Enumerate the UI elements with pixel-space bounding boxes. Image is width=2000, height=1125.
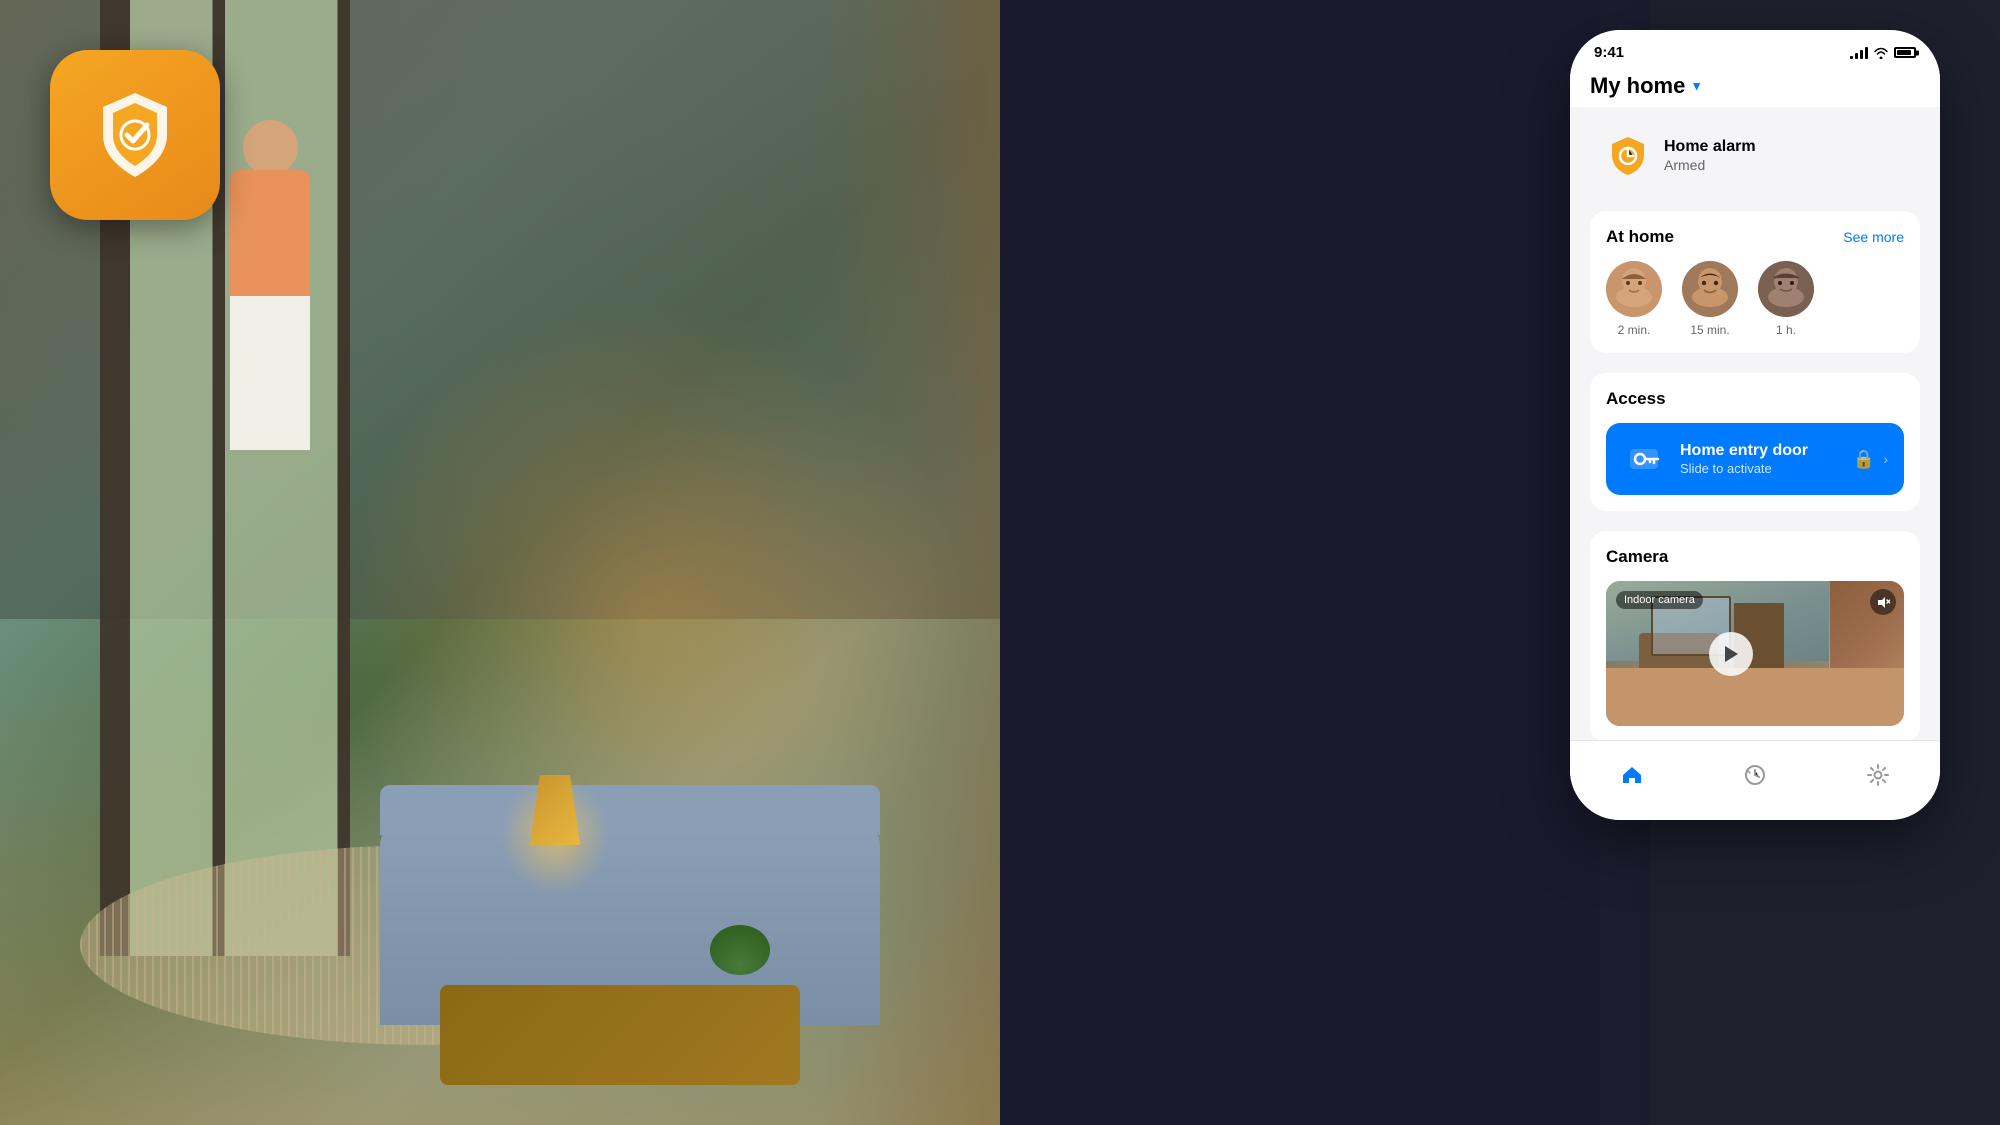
- home-nav-icon: [1620, 763, 1644, 787]
- app-icon: [50, 50, 220, 220]
- avatar-time-3: 1 h.: [1776, 323, 1796, 337]
- lamp: [530, 775, 580, 845]
- access-header: Access: [1606, 389, 1904, 409]
- avatar-time-2: 15 min.: [1690, 323, 1729, 337]
- shield-logo-icon: [85, 85, 185, 185]
- plant: [710, 925, 770, 975]
- camera-preview[interactable]: Indoor camera: [1606, 581, 1904, 726]
- lock-icon: 🔒: [1853, 449, 1875, 470]
- alarm-icon-wrap: [1606, 133, 1650, 177]
- coffee-table: [440, 985, 800, 1085]
- avatar-item-2[interactable]: 15 min.: [1682, 261, 1738, 337]
- phone-header: My home ▾: [1570, 61, 1940, 107]
- camera-play-button[interactable]: [1709, 632, 1753, 676]
- avatar-item-1[interactable]: 2 min.: [1606, 261, 1662, 337]
- at-home-header: At home See more: [1606, 227, 1904, 247]
- phone-mockup: 9:41 My home: [1570, 30, 1940, 820]
- sofa-back: [380, 785, 880, 835]
- signal-icon: [1850, 47, 1868, 59]
- bottom-nav: [1570, 740, 1940, 820]
- alarm-card[interactable]: Home alarm Armed: [1590, 119, 1920, 191]
- door-subtitle: Slide to activate: [1680, 461, 1808, 476]
- status-icons: [1850, 47, 1916, 59]
- history-nav-icon: [1743, 763, 1767, 787]
- access-door-card[interactable]: Home entry door Slide to activate 🔒 ›: [1606, 423, 1904, 495]
- person-standing: [230, 120, 310, 450]
- camera-header: Camera: [1606, 547, 1904, 567]
- see-more-button[interactable]: See more: [1843, 229, 1904, 245]
- camera-section: Camera Indoor camera: [1590, 531, 1920, 742]
- at-home-title: At home: [1606, 227, 1674, 247]
- access-section: Access Home entry door Slide to activate: [1590, 373, 1920, 511]
- nav-item-home[interactable]: [1602, 763, 1662, 787]
- avatar-face-3: [1758, 261, 1814, 317]
- alarm-title: Home alarm: [1664, 138, 1756, 156]
- key-icon: [1628, 443, 1660, 475]
- avatars-row: 2 min. 15: [1606, 261, 1904, 337]
- at-home-section: At home See more: [1590, 211, 1920, 353]
- person-head-1: [243, 120, 298, 175]
- alarm-text: Home alarm Armed: [1664, 138, 1756, 173]
- camera-label: Indoor camera: [1616, 591, 1703, 609]
- avatar-time-1: 2 min.: [1618, 323, 1651, 337]
- camera-thumb-floor: [1606, 668, 1904, 726]
- avatar-circle-1: [1606, 261, 1662, 317]
- status-time: 9:41: [1594, 44, 1624, 61]
- avatar-circle-2: [1682, 261, 1738, 317]
- camera-mute-button[interactable]: [1870, 589, 1896, 615]
- avatar-item-3[interactable]: 1 h.: [1758, 261, 1814, 337]
- chevron-right-icon: ›: [1883, 451, 1888, 467]
- wifi-icon: [1873, 47, 1889, 59]
- alarm-shield-icon: [1610, 135, 1646, 175]
- settings-nav-icon: [1866, 763, 1890, 787]
- access-icon-wrap: [1622, 437, 1666, 481]
- person-body-1: [230, 170, 310, 450]
- phone-content: My home ▾ Home alarm Armed At home: [1570, 61, 1940, 791]
- nav-item-history[interactable]: [1725, 763, 1785, 787]
- nav-item-settings[interactable]: [1848, 763, 1908, 787]
- play-icon: [1723, 645, 1739, 663]
- plant-leaves: [710, 925, 770, 975]
- alarm-status: Armed: [1664, 157, 1756, 173]
- camera-title: Camera: [1606, 547, 1668, 567]
- avatar-circle-3: [1758, 261, 1814, 317]
- mute-icon: [1877, 596, 1890, 609]
- home-title-container[interactable]: My home ▾: [1590, 73, 1920, 99]
- access-title: Access: [1606, 389, 1666, 409]
- battery-icon: [1894, 47, 1916, 58]
- battery-fill: [1897, 50, 1911, 55]
- avatar-face-2: [1682, 261, 1738, 317]
- door-title: Home entry door: [1680, 442, 1808, 460]
- home-title-text: My home: [1590, 73, 1685, 99]
- avatar-face-1: [1606, 261, 1662, 317]
- access-door-text: Home entry door Slide to activate: [1680, 442, 1808, 476]
- status-bar: 9:41: [1570, 30, 1940, 61]
- dropdown-chevron-icon: ▾: [1693, 78, 1700, 94]
